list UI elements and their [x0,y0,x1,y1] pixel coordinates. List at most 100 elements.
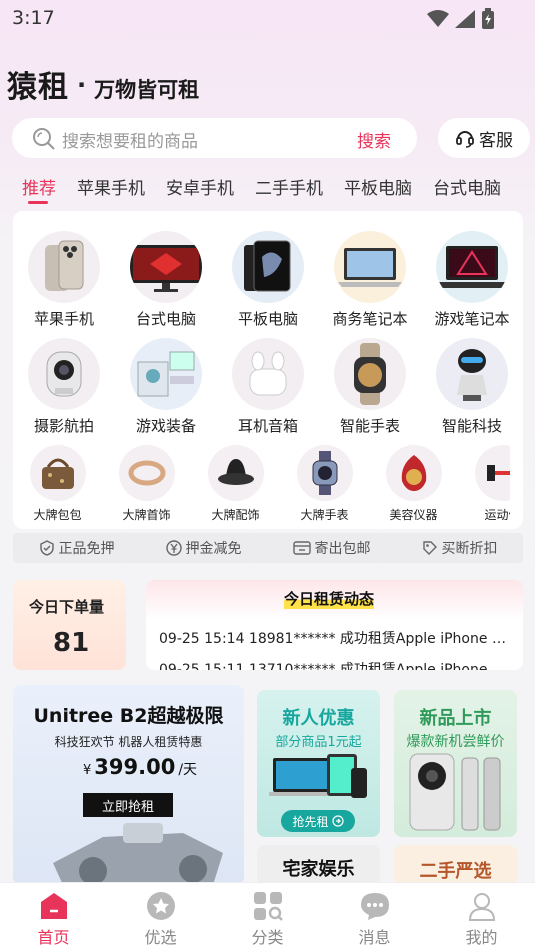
benefit-item: 正品免押 [39,538,115,558]
orders-today-card[interactable]: 今日下单量 81 [13,580,126,670]
nav-category[interactable]: 分类 [214,883,321,951]
customer-service-button[interactable]: 客服 [438,118,530,158]
status-icons [427,8,495,30]
brand-header: 猿租 · 万物皆可租 [7,62,199,106]
signal-icon [455,10,475,28]
headset-icon [456,131,474,148]
phones-icon [409,753,501,831]
wifi-icon [427,10,449,27]
category-item[interactable]: 游戏装备 [115,338,217,436]
search-icon [33,128,55,150]
search-button[interactable]: 搜索 [357,127,391,152]
search-input[interactable]: 搜索想要租的商品 搜索 [12,118,417,158]
category-item[interactable]: 摄影航拍 [13,338,115,436]
orders-today-title: 今日下单量 [29,598,105,616]
category-label: 大牌手表 [300,508,349,522]
nav-featured[interactable]: 优选 [107,883,214,951]
category-label: 大牌包包 [33,508,82,522]
tile-cta-label: 抢先租 [292,814,329,829]
tab-desktop[interactable]: 台式电脑 [433,174,501,199]
tile-title: 宅家娱乐 [282,859,355,880]
tab-recommend[interactable]: 推荐 [22,174,56,204]
nav-profile[interactable]: 我的 [428,883,535,951]
promo-subtitle: 科技狂欢节 机器人租赁特惠 [54,735,203,749]
category-item[interactable]: 大牌手表 [280,445,369,523]
watch-icon [334,338,406,410]
star-icon [146,892,175,920]
nav-label: 我的 [465,928,498,947]
devices-icon [269,754,367,798]
rental-feed-card[interactable]: 今日租赁动态 09-25 15:14 18981****** 成功租赁Apple… [146,580,523,670]
category-icon [253,892,283,921]
ring-icon [118,445,175,501]
promo-price-value: 399.00 [94,755,176,779]
category-item[interactable]: 大牌首饰 [102,445,191,523]
tab-apple-phone[interactable]: 苹果手机 [77,174,145,199]
benefit-label: 寄出包邮 [314,541,371,557]
nav-label: 首页 [37,928,70,947]
promo-banner-robot[interactable]: Unitree B2超越极限 科技狂欢节 机器人租赁特惠 ¥ 399.00 /天… [13,685,244,885]
search-placeholder: 搜索想要租的商品 [62,132,198,152]
promo-title: Unitree B2超越极限 [33,705,224,727]
tile-cta-button[interactable]: 抢先租 [281,810,355,832]
category-label: 大牌首饰 [122,508,171,522]
bottom-nav: 首页 优选 分类 消息 我的 [0,882,535,951]
benefit-item: 寄出包邮 [292,538,371,558]
category-label: 运动健 [484,508,510,522]
nav-messages[interactable]: 消息 [321,883,428,951]
category-item[interactable]: 大牌配饰 [191,445,280,523]
earbuds-icon [232,338,304,410]
tile-new-products[interactable]: 新品上市 爆款新机尝鲜价 [394,690,517,837]
robot-icon [436,338,508,410]
category-label: 智能手表 [339,417,400,435]
tile-title: 新品上市 [419,708,492,729]
category-item[interactable]: 智能手表 [319,338,421,436]
profile-icon [468,893,495,921]
benefit-item: 押金减免 [165,538,242,558]
promo-price-unit: /天 [178,762,198,778]
category-item[interactable]: 运动健 [458,445,510,523]
battery-icon [482,8,494,29]
brand-name: 猿租 [7,70,69,105]
tab-tablet[interactable]: 平板电脑 [344,174,412,199]
category-row-1: 苹果手机 台式电脑 平板电脑 商务笔记本 游戏笔记本 [13,231,523,329]
category-label: 智能科技 [441,417,502,435]
robot-dog-icon [53,823,223,885]
category-item[interactable]: 游戏笔记本 [421,231,523,329]
category-label: 台式电脑 [135,310,196,328]
tile-newcomer[interactable]: 新人优惠 部分商品1元起 抢先租 [257,690,380,837]
benefits-bar: 正品免押 押金减免 寄出包邮 买断折扣 [13,533,523,563]
box-icon [292,541,311,555]
discount-icon [422,541,437,555]
category-item[interactable]: 苹果手机 [13,231,115,329]
category-label: 苹果手机 [33,310,94,328]
tile-title: 二手严选 [419,861,492,882]
brand-slogan: 万物皆可租 [94,78,200,102]
category-item[interactable]: 台式电脑 [115,231,217,329]
desktop-monitor-icon [130,231,202,303]
category-item[interactable]: 耳机音箱 [217,338,319,436]
category-item[interactable]: 大牌包包 [13,445,102,523]
benefit-label: 正品免押 [58,541,115,557]
tile-second-hand[interactable]: 二手严选 [394,845,517,885]
beauty-device-icon [385,445,442,501]
category-item[interactable]: 商务笔记本 [319,231,421,329]
category-item[interactable]: 美容仪器 [369,445,458,523]
promo-cta-button[interactable]: 立即抢租 [83,793,173,817]
nav-label: 消息 [358,928,391,947]
tile-subtitle: 爆款新机尝鲜价 [406,734,505,750]
category-label: 游戏笔记本 [434,310,510,328]
tab-used-phone[interactable]: 二手手机 [255,174,323,199]
tab-android-phone[interactable]: 安卓手机 [166,174,234,199]
category-item[interactable]: 智能科技 [421,338,523,436]
category-label: 美容仪器 [389,508,438,522]
benefit-label: 押金减免 [185,541,242,557]
nav-home[interactable]: 首页 [0,883,107,951]
gaming-pc-icon [130,338,202,410]
orders-today-count: 81 [53,628,90,658]
category-label: 耳机音箱 [237,417,298,435]
tablet-icon [232,231,304,303]
category-item[interactable]: 平板电脑 [217,231,319,329]
tile-home-entertainment[interactable]: 宅家娱乐 [257,845,380,885]
home-icon [40,893,67,919]
